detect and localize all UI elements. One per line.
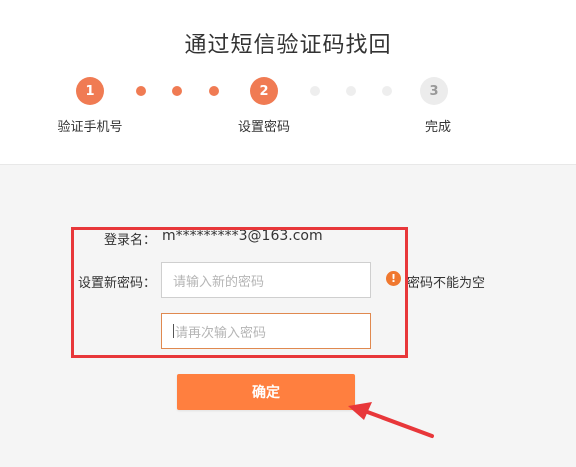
confirm-button[interactable]: 确定 xyxy=(177,374,355,410)
progress-header: 通过短信验证码找回 1 2 3 验证手机号 设置密码 完成 xyxy=(0,0,576,164)
page-title: 通过短信验证码找回 xyxy=(184,33,392,58)
step-3-label: 完成 xyxy=(424,120,452,135)
progress-dot xyxy=(346,86,356,96)
step-2-circle: 2 xyxy=(250,77,278,105)
progress-dot xyxy=(136,86,146,96)
step-1-label: 验证手机号 xyxy=(57,120,123,135)
error-message: 密码不能为空 xyxy=(407,276,486,291)
progress-dot xyxy=(209,86,219,96)
annotation-highlight-box xyxy=(71,227,408,358)
step-3-circle: 3 xyxy=(420,77,448,105)
progress-dot xyxy=(382,86,392,96)
step-1-circle: 1 xyxy=(76,77,104,105)
step-2-label: 设置密码 xyxy=(237,120,291,135)
annotation-arrow-icon xyxy=(348,402,434,438)
password-recovery-page: 通过短信验证码找回 1 2 3 验证手机号 设置密码 完成 登录名： m****… xyxy=(0,0,576,467)
progress-dot xyxy=(310,86,320,96)
progress-dot xyxy=(172,86,182,96)
